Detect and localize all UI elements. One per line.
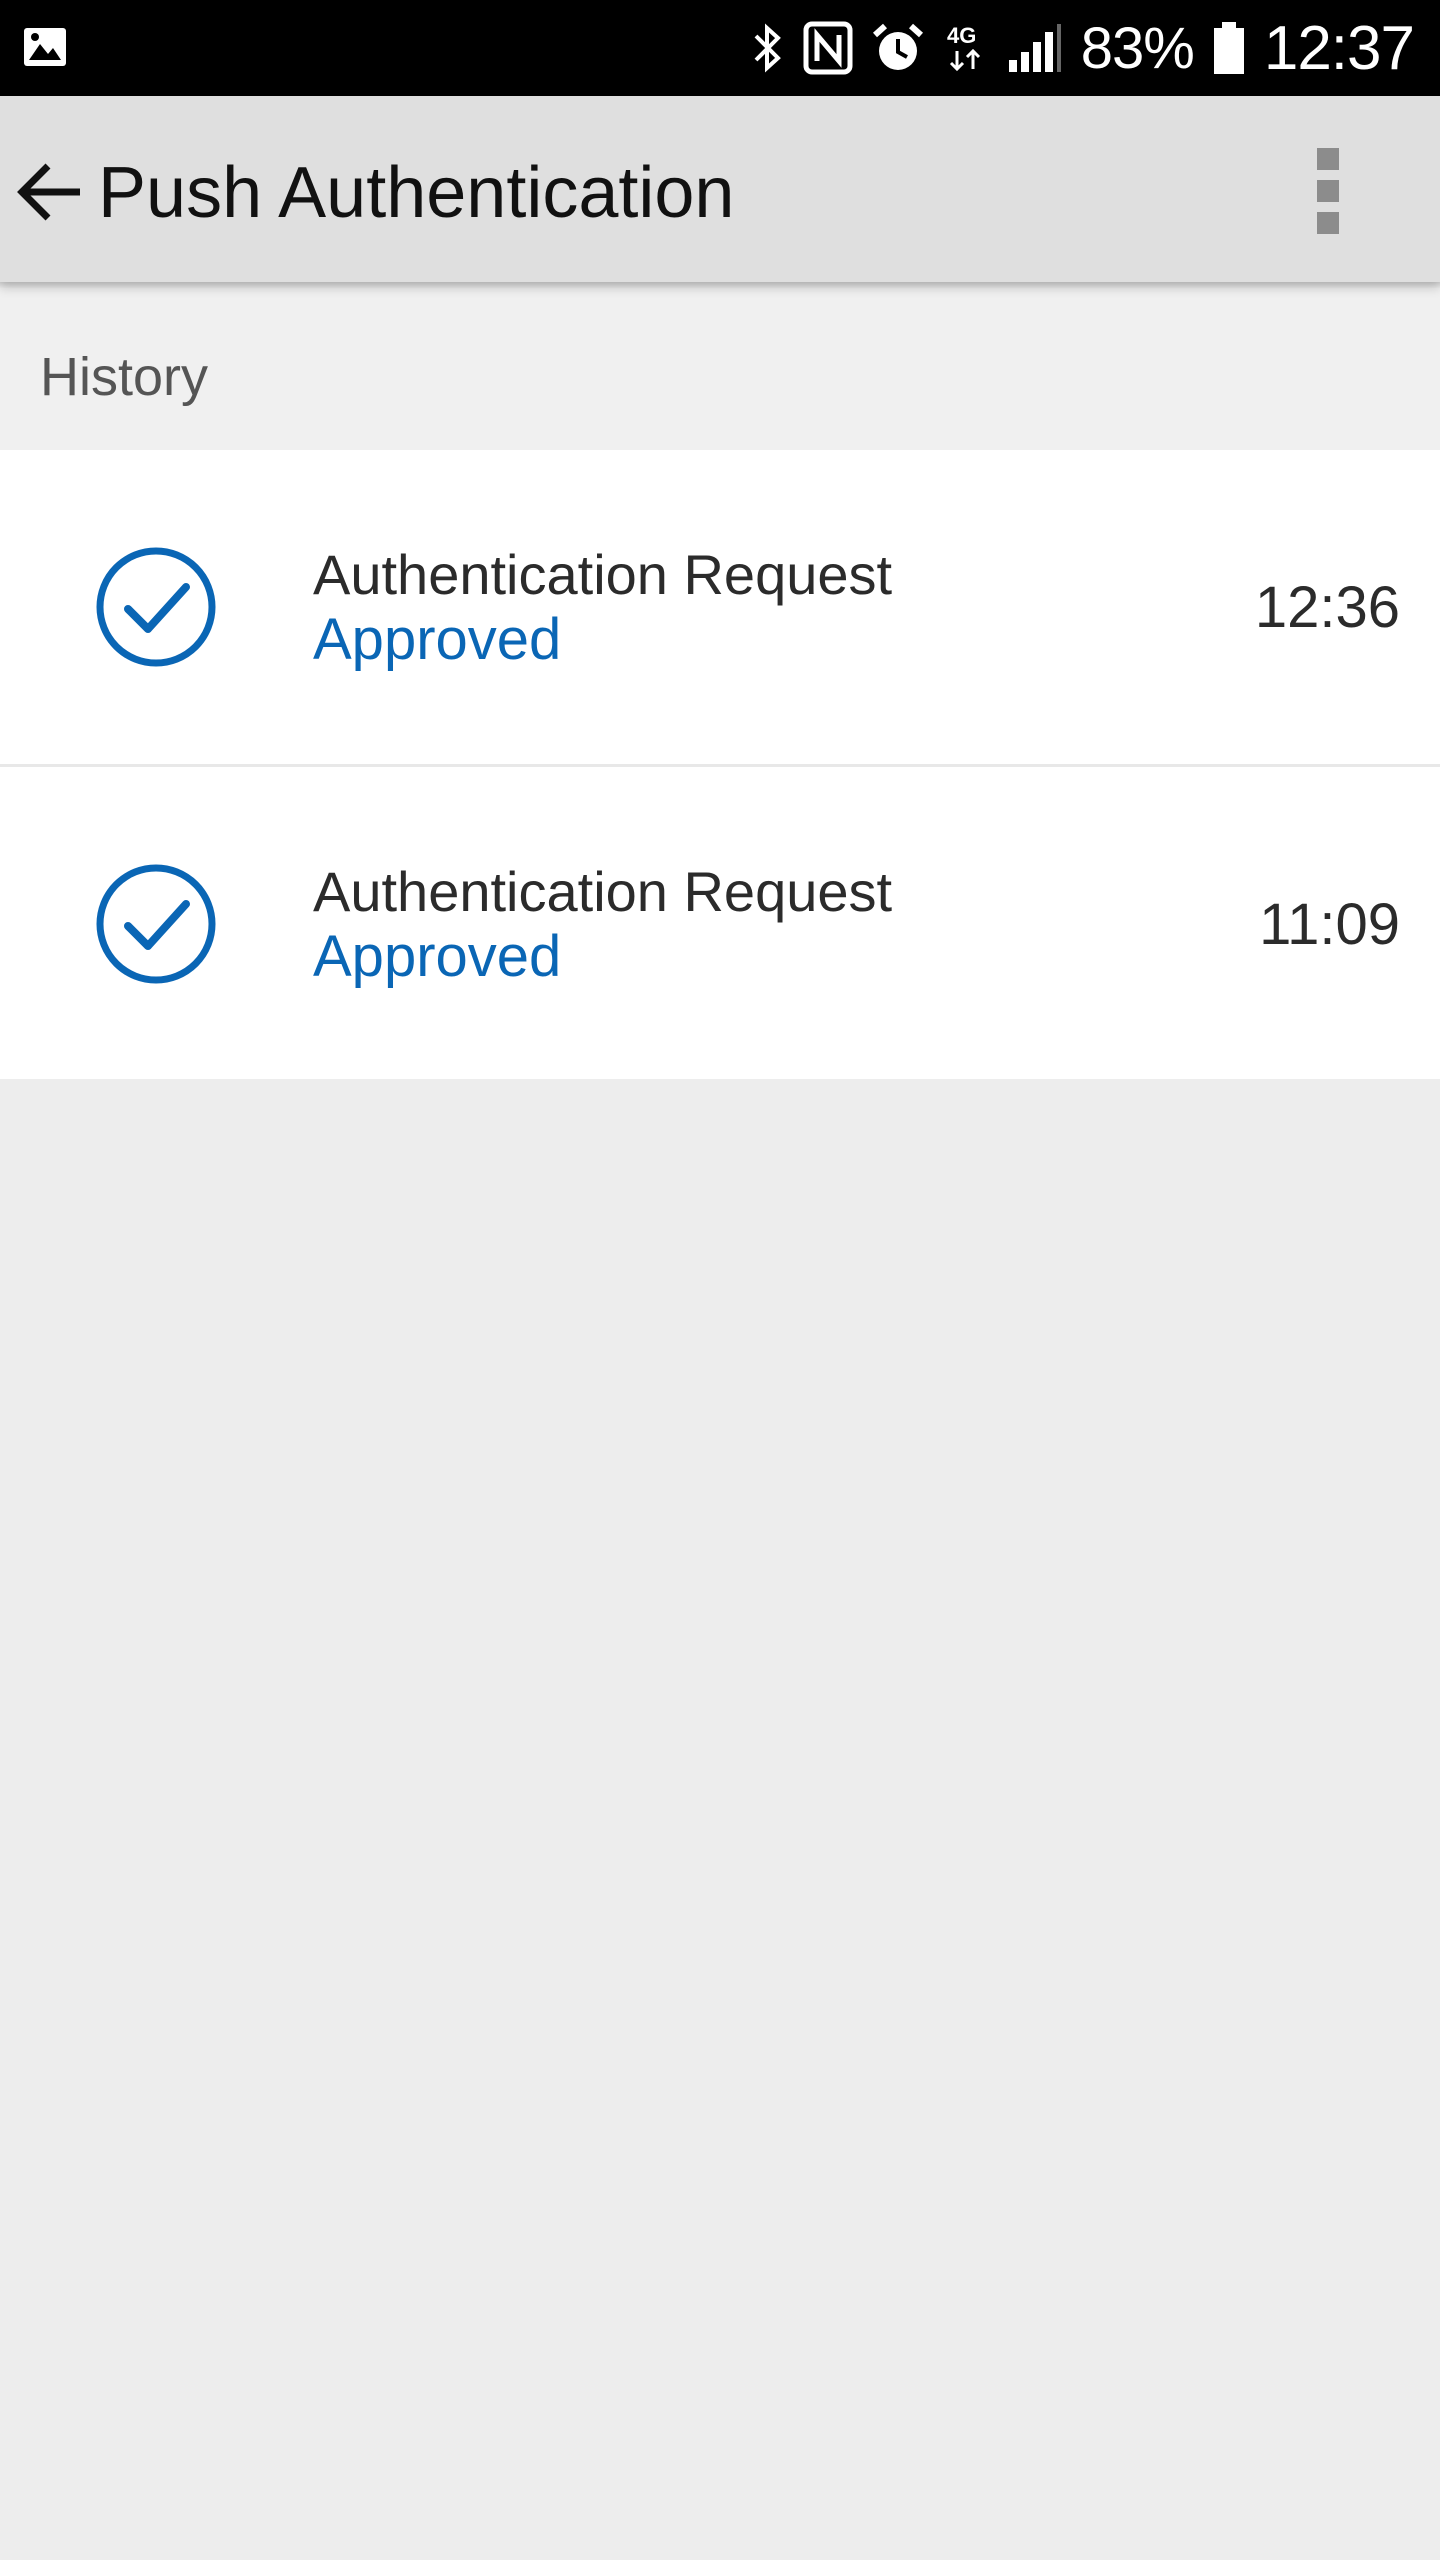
status-clock: 12:37 (1263, 13, 1415, 83)
app-bar: Push Authentication (0, 96, 1440, 282)
battery-icon (1213, 22, 1244, 74)
history-section-header: History (0, 288, 1440, 450)
history-item[interactable]: Authentication Request Approved 11:09 (0, 764, 1440, 1079)
section-title: History (40, 347, 209, 407)
back-arrow-icon (17, 163, 80, 221)
check-circle-icon (96, 864, 216, 984)
back-button[interactable] (10, 154, 90, 230)
history-item-status: Approved (313, 924, 562, 989)
history-list: Authentication Request Approved 12:36 Au… (0, 450, 1440, 1079)
check-circle-icon (96, 547, 216, 667)
overflow-menu-icon (1317, 148, 1339, 170)
status-icons: 4G 83% 12:37 (751, 0, 1415, 96)
battery-percent: 83% (1080, 15, 1195, 81)
overflow-menu-button[interactable] (1298, 146, 1358, 236)
svg-text:4G: 4G (947, 23, 976, 48)
overflow-menu-icon-dot (1317, 212, 1339, 234)
alarm-icon (872, 23, 923, 70)
bluetooth-icon (754, 23, 781, 73)
4g-icon: 4G (947, 23, 980, 72)
signal-icon (1008, 24, 1061, 72)
nfc-icon (803, 21, 853, 75)
history-item-status: Approved (313, 607, 562, 672)
history-item-title: Authentication Request (313, 543, 893, 606)
status-bar: 4G 83% 12:37 (0, 0, 1440, 96)
history-item[interactable]: Authentication Request Approved 12:36 (0, 450, 1440, 764)
history-item-time: 11:09 (1259, 892, 1400, 957)
image-icon (24, 28, 66, 66)
overflow-menu-icon-dot (1317, 180, 1339, 202)
page-title: Push Authentication (98, 153, 735, 233)
history-item-time: 12:36 (1254, 575, 1400, 640)
history-item-title: Authentication Request (313, 860, 893, 923)
